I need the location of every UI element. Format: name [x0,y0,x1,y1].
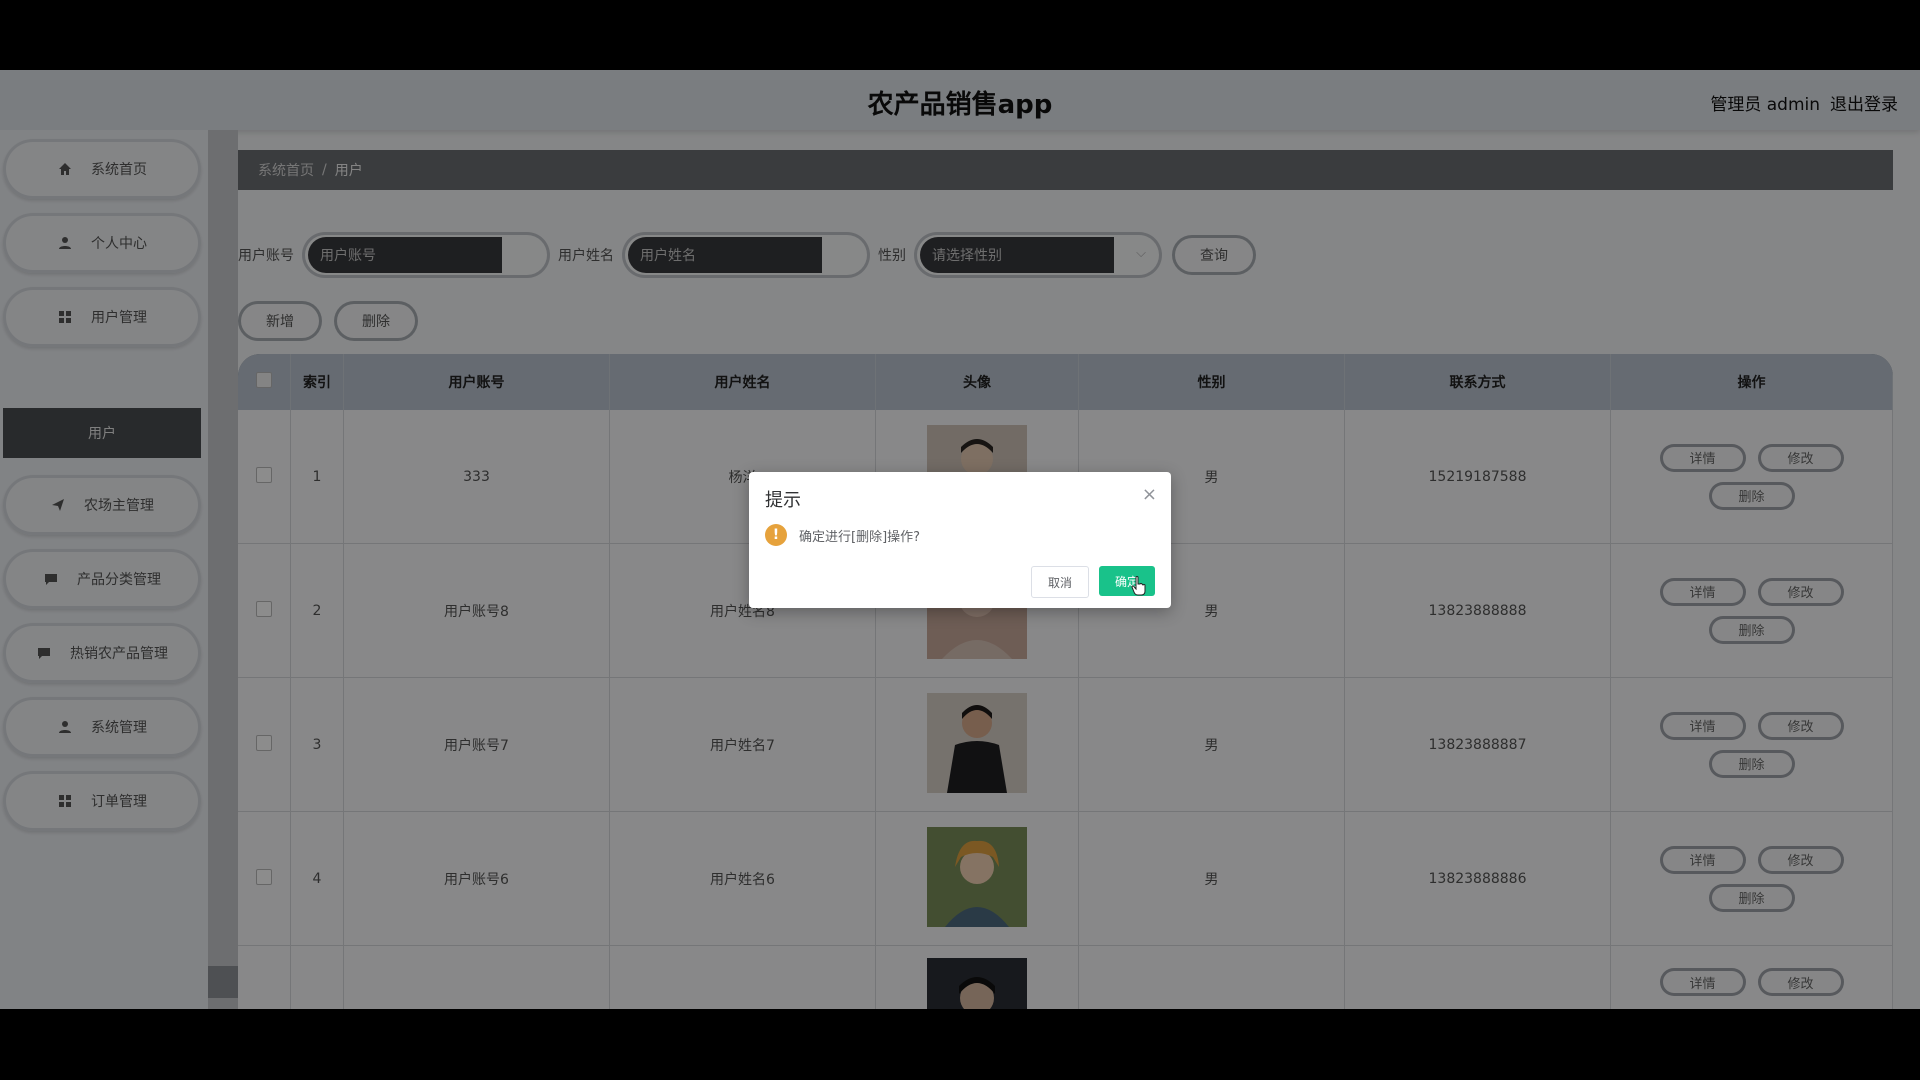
cancel-button[interactable]: 取消 [1031,566,1089,598]
app-window: 农产品销售app 管理员 admin 退出登录 系统首页 个人中心 用户管理 用… [0,70,1920,1009]
hand-cursor-icon [1131,576,1146,596]
confirm-button[interactable]: 确定 [1099,566,1155,596]
warning-icon: ! [765,524,787,546]
dialog-message: 确定进行[删除]操作? [799,529,921,545]
dialog-body: ! 确定进行[删除]操作? [765,524,920,546]
confirm-dialog: 提示 × ! 确定进行[删除]操作? 取消 确定 [749,472,1171,608]
close-icon[interactable]: × [1142,484,1157,505]
dialog-buttons: 取消 确定 [1031,566,1155,598]
dialog-title: 提示 [765,490,801,511]
